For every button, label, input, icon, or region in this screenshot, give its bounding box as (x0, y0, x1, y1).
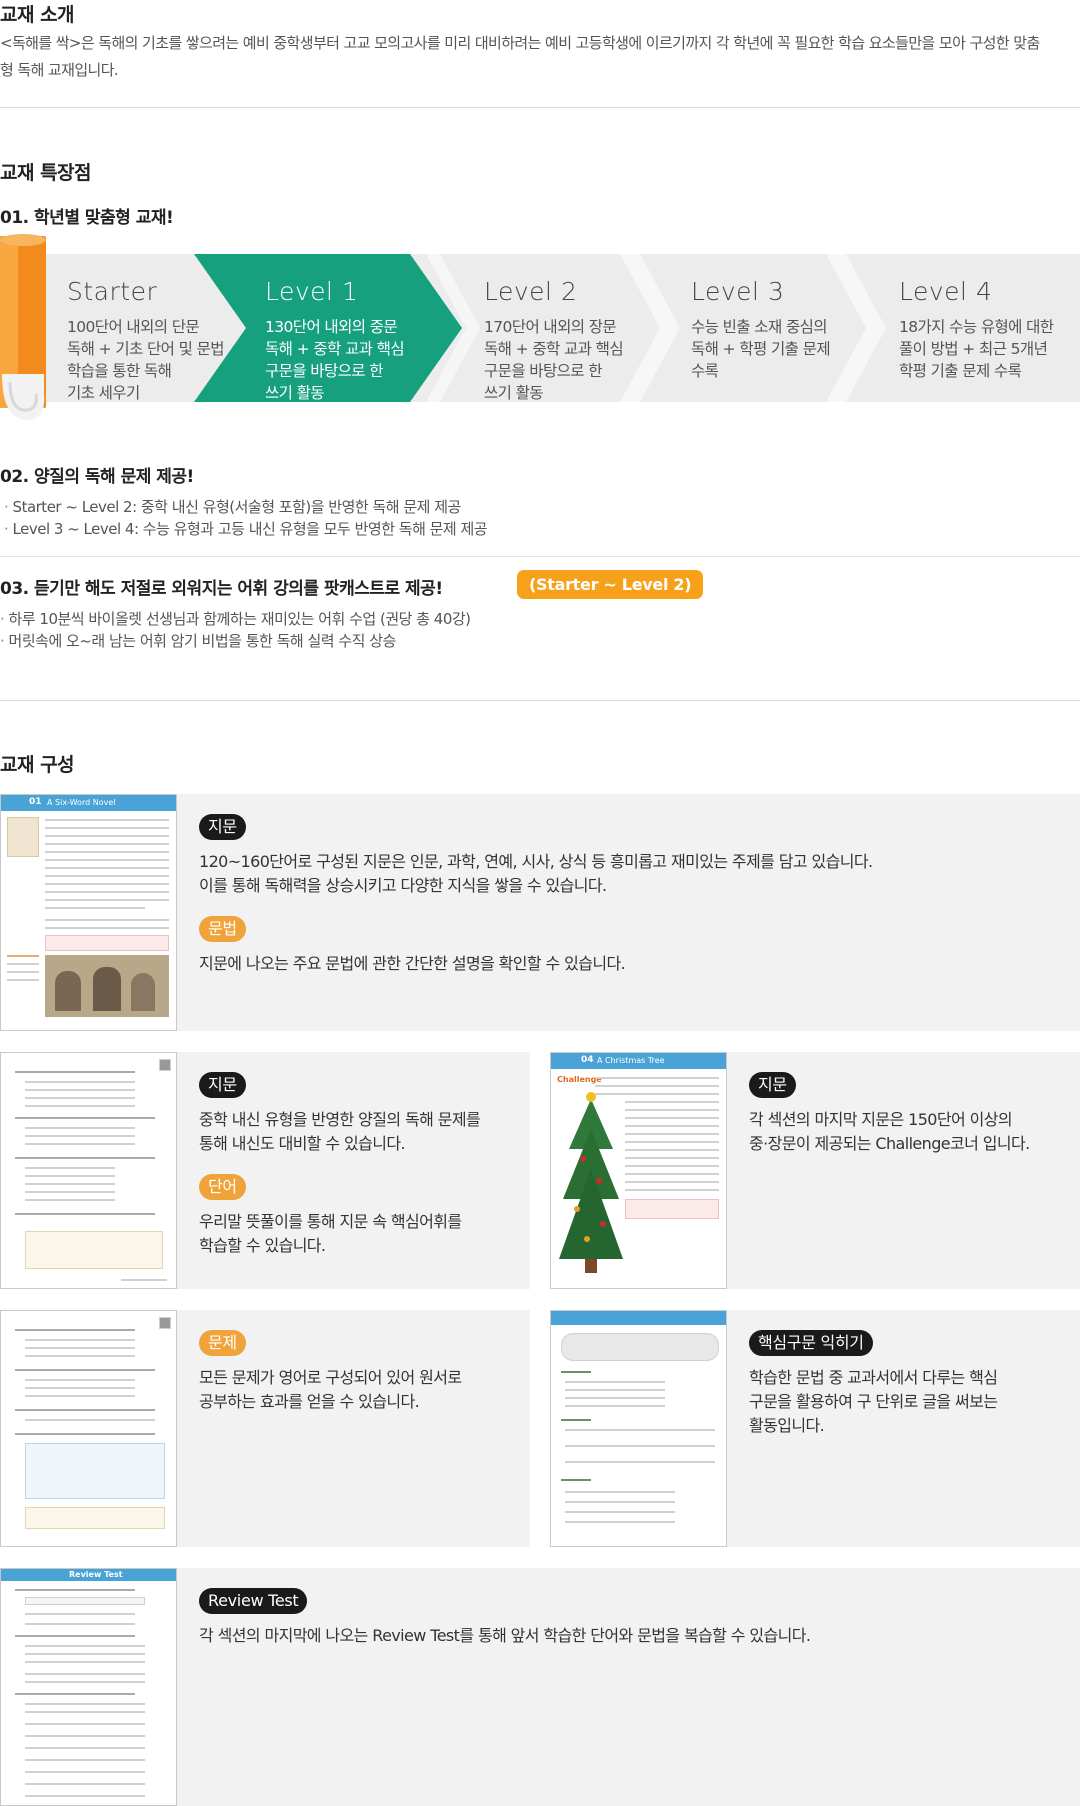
level-band: Starter 100단어 내외의 단문 독해 + 기초 단어 및 문법 학습을… (0, 234, 1080, 422)
intro-title: 교재 소개 (0, 4, 75, 26)
page-thumbnail: 01 A Six-Word Novel (0, 794, 177, 1031)
level-3: Level 3 수능 빈출 소재 중심의 독해 + 학평 기출 문제 수록 (691, 276, 831, 382)
page-thumbnail: 04 A Christmas Tree Challenge (550, 1052, 727, 1289)
level-desc: 170단어 내외의 장문 독해 + 중학 교과 핵심 구문을 바탕으로 한 쓰기… (484, 318, 624, 402)
tag-passage: 지문 (199, 1072, 246, 1098)
card-text: 지문 중학 내신 유형을 반영한 양질의 독해 문제를 통해 내신도 대비할 수… (199, 1072, 481, 1258)
card-desc: 학습한 문법 중 교과서에서 다루는 핵심 구문을 활용하여 구 단위로 글을 … (749, 1368, 998, 1435)
tag-key-structure: 핵심구문 익히기 (749, 1330, 873, 1356)
divider (0, 107, 1080, 108)
composition-card-questions: 지문 중학 내신 유형을 반영한 양질의 독해 문제를 통해 내신도 대비할 수… (0, 1052, 530, 1289)
level-range-badge: (Starter ~ Level 2) (517, 570, 704, 599)
level-2: Level 2 170단어 내외의 장문 독해 + 중학 교과 핵심 구문을 바… (484, 276, 624, 404)
tag-problem: 문제 (199, 1330, 246, 1356)
level-desc: 130단어 내외의 중문 독해 + 중학 교과 핵심 구문을 바탕으로 한 쓰기… (265, 318, 405, 402)
bullet-item: 하루 10분씩 바이올렛 선생님과 함께하는 재미있는 어휘 수업 (권당 총 … (0, 608, 471, 630)
tag-passage: 지문 (199, 814, 246, 840)
composition-title: 교재 구성 (0, 754, 75, 776)
card-desc: 120~160단어로 구성된 지문은 인문, 과학, 연예, 시사, 상식 등 … (199, 852, 873, 895)
feature-2-title: 02. 양질의 독해 문제 제공! (0, 467, 194, 487)
thumb-label: A Christmas Tree (597, 1056, 665, 1065)
features-title: 교재 특장점 (0, 162, 92, 184)
divider (0, 556, 1080, 557)
card-text: Review Test 각 섹션의 마지막에 나오는 Review Test를 … (199, 1588, 811, 1648)
composition-card-passage: 01 A Six-Word Novel 지문 120~160단어로 구성된 지문… (0, 794, 1080, 1031)
level-name: Starter (67, 277, 158, 306)
card-desc: 중학 내신 유형을 반영한 양질의 독해 문제를 통해 내신도 대비할 수 있습… (199, 1110, 481, 1153)
composition-card-challenge: 04 A Christmas Tree Challenge 지문 각 섹션의 마… (550, 1052, 1080, 1289)
tag-grammar: 문법 (199, 916, 246, 942)
card-desc: 지문에 나오는 주요 문법에 관한 간단한 설명을 확인할 수 있습니다. (199, 954, 626, 973)
level-4: Level 4 18가지 수능 유형에 대한 풀이 방법 + 최근 5개년 학평… (899, 276, 1054, 382)
composition-card-problems: 문제 모든 문제가 영어로 구성되어 있어 원서로 공부하는 효과를 얻을 수 … (0, 1310, 530, 1547)
divider (0, 700, 1080, 701)
feature-2-bullets: Starter ~ Level 2: 중학 내신 유형(서술형 포함)을 반영한… (4, 496, 488, 540)
composition-card-review-test: Review Test Review Test 각 섹션의 마지막에 나오는 R… (0, 1568, 1080, 1806)
composition-card-key-structure: 핵심구문 익히기 학습한 문법 중 교과서에서 다루는 핵심 구문을 활용하여 … (550, 1310, 1080, 1547)
thumb-num: 01 (29, 797, 42, 807)
page-thumbnail (550, 1310, 727, 1547)
bullet-item: Starter ~ Level 2: 중학 내신 유형(서술형 포함)을 반영한… (4, 496, 487, 518)
card-text: 핵심구문 익히기 학습한 문법 중 교과서에서 다루는 핵심 구문을 활용하여 … (749, 1330, 998, 1438)
bullet-item: 머릿속에 오~래 남는 어휘 암기 비법을 통한 독해 실력 수직 상승 (0, 630, 471, 652)
card-desc: 우리말 뜻풀이를 통해 지문 속 핵심어휘를 학습할 수 있습니다. (199, 1212, 462, 1255)
card-desc: 각 섹션의 마지막에 나오는 Review Test를 통해 앞서 학습한 단어… (199, 1626, 811, 1645)
page-thumbnail (0, 1310, 177, 1547)
thumb-label: A Six-Word Novel (47, 798, 116, 807)
thumb-num: 04 (581, 1055, 594, 1065)
page-thumbnail: Review Test (0, 1568, 177, 1806)
feature-1-title: 01. 학년별 맞춤형 교재! (0, 208, 174, 228)
level-name: Level 3 (691, 277, 785, 306)
level-desc: 수능 빈출 소재 중심의 독해 + 학평 기출 문제 수록 (691, 318, 831, 380)
intro-body: <독해를 싹>은 독해의 기초를 쌓으려는 예비 중학생부터 고교 모의고사를 … (0, 34, 1040, 79)
page-thumbnail (0, 1052, 177, 1289)
thumb-label: Review Test (69, 1570, 123, 1579)
christmas-tree-illustration (559, 1092, 623, 1273)
level-name: Level 1 (265, 277, 359, 306)
card-desc: 모든 문제가 영어로 구성되어 있어 원서로 공부하는 효과를 얻을 수 있습니… (199, 1368, 462, 1411)
tag-review-test: Review Test (199, 1588, 308, 1614)
level-name: Level 4 (899, 277, 993, 306)
card-text: 지문 120~160단어로 구성된 지문은 인문, 과학, 연예, 시사, 상식… (199, 814, 873, 976)
card-text: 문제 모든 문제가 영어로 구성되어 있어 원서로 공부하는 효과를 얻을 수 … (199, 1330, 462, 1414)
tag-passage: 지문 (749, 1072, 796, 1098)
feature-3-bullets: 하루 10분씩 바이올렛 선생님과 함께하는 재미있는 어휘 수업 (권당 총 … (0, 608, 471, 652)
bullet-item: Level 3 ~ Level 4: 수능 유형과 고등 내신 유형을 모두 반… (4, 518, 488, 540)
tag-vocabulary: 단어 (199, 1174, 246, 1200)
card-text: 지문 각 섹션의 마지막 지문은 150단어 이상의 중·장문이 제공되는 Ch… (749, 1072, 1030, 1156)
level-desc: 18가지 수능 유형에 대한 풀이 방법 + 최근 5개년 학평 기출 문제 수… (899, 318, 1054, 380)
level-1: Level 1 130단어 내외의 중문 독해 + 중학 교과 핵심 구문을 바… (265, 276, 405, 404)
level-name: Level 2 (484, 277, 578, 306)
feature-3-title: 03. 듣기만 해도 저절로 외워지는 어휘 강의를 팟캐스트로 제공! (0, 579, 443, 599)
level-starter: Starter 100단어 내외의 단문 독해 + 기초 단어 및 문법 학습을… (67, 276, 225, 404)
card-desc: 각 섹션의 마지막 지문은 150단어 이상의 중·장문이 제공되는 Chall… (749, 1110, 1030, 1153)
level-desc: 100단어 내외의 단문 독해 + 기초 단어 및 문법 학습을 통한 독해 기… (67, 318, 225, 402)
